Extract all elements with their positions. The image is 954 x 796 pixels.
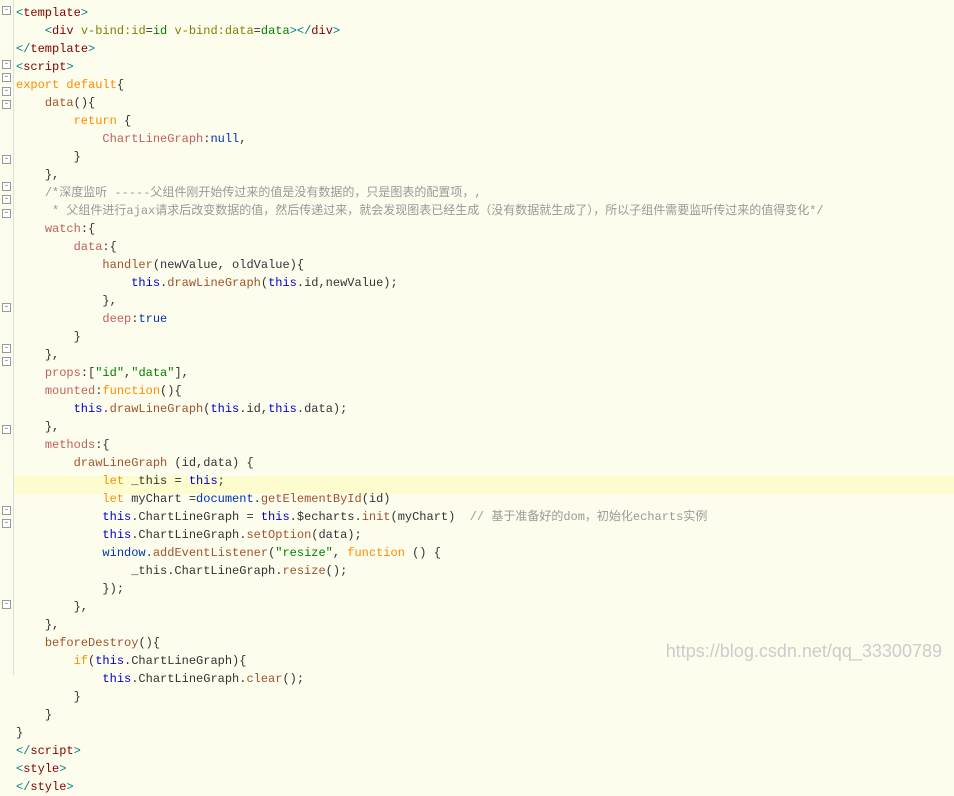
code-line[interactable]: deep:true <box>16 310 824 328</box>
watermark: https://blog.csdn.net/qq_33300789 <box>666 638 942 665</box>
code-line[interactable]: ChartLineGraph:null, <box>16 130 824 148</box>
code-line[interactable]: let myChart =document.getElementById(id) <box>16 490 824 508</box>
code-line[interactable]: this.ChartLineGraph.clear(); <box>16 670 824 688</box>
code-line[interactable]: }, <box>16 346 824 364</box>
fold-toggle-icon[interactable]: - <box>2 303 11 312</box>
fold-toggle-icon[interactable]: - <box>2 155 11 164</box>
code-line[interactable]: window.addEventListener("resize", functi… <box>16 544 824 562</box>
code-line[interactable]: props:["id","data"], <box>16 364 824 382</box>
fold-toggle-icon[interactable]: - <box>2 600 11 609</box>
fold-toggle-icon[interactable]: - <box>2 425 11 434</box>
code-line[interactable]: </style> <box>16 778 824 796</box>
code-line[interactable]: }, <box>16 598 824 616</box>
code-line[interactable]: data:{ <box>16 238 824 256</box>
code-line[interactable]: } <box>16 688 824 706</box>
code-line[interactable]: } <box>16 706 824 724</box>
code-line[interactable]: watch:{ <box>16 220 824 238</box>
code-line[interactable]: data(){ <box>16 94 824 112</box>
code-line[interactable]: this.ChartLineGraph = this.$echarts.init… <box>16 508 824 526</box>
code-line[interactable]: <script> <box>16 58 824 76</box>
code-line[interactable]: } <box>16 724 824 742</box>
code-line[interactable]: this.drawLineGraph(this.id,newValue); <box>16 274 824 292</box>
code-line[interactable]: </template> <box>16 40 824 58</box>
fold-toggle-icon[interactable]: - <box>2 195 11 204</box>
fold-toggle-icon[interactable]: - <box>2 87 11 96</box>
code-line[interactable]: let _this = this; <box>16 472 824 490</box>
code-gutter: - - - - - - - - - - - - - - - - <box>0 0 14 675</box>
code-line[interactable]: /*深度监听 -----父组件刚开始传过来的值是没有数据的，只是图表的配置项，, <box>16 184 824 202</box>
fold-toggle-icon[interactable]: - <box>2 357 11 366</box>
code-line[interactable]: drawLineGraph (id,data) { <box>16 454 824 472</box>
code-line[interactable]: }, <box>16 292 824 310</box>
code-line[interactable]: mounted:function(){ <box>16 382 824 400</box>
code-line[interactable]: }, <box>16 418 824 436</box>
code-line[interactable]: }, <box>16 166 824 184</box>
fold-toggle-icon[interactable]: - <box>2 100 11 109</box>
fold-toggle-icon[interactable]: - <box>2 73 11 82</box>
fold-toggle-icon[interactable]: - <box>2 182 11 191</box>
code-line[interactable]: return { <box>16 112 824 130</box>
code-line[interactable]: methods:{ <box>16 436 824 454</box>
code-line[interactable]: <template> <box>16 4 824 22</box>
code-line[interactable]: }, <box>16 616 824 634</box>
code-line[interactable]: } <box>16 328 824 346</box>
fold-toggle-icon[interactable]: - <box>2 209 11 218</box>
code-line[interactable]: _this.ChartLineGraph.resize(); <box>16 562 824 580</box>
code-line[interactable]: }); <box>16 580 824 598</box>
code-line[interactable]: <div v-bind:id=id v-bind:data=data></div… <box>16 22 824 40</box>
fold-toggle-icon[interactable]: - <box>2 60 11 69</box>
fold-toggle-icon[interactable]: - <box>2 6 11 15</box>
fold-toggle-icon[interactable]: - <box>2 519 11 528</box>
fold-toggle-icon[interactable]: - <box>2 506 11 515</box>
code-line[interactable]: this.ChartLineGraph.setOption(data); <box>16 526 824 544</box>
code-line[interactable]: } <box>16 148 824 166</box>
code-line[interactable]: export default{ <box>16 76 824 94</box>
fold-toggle-icon[interactable]: - <box>2 344 11 353</box>
code-line[interactable]: </script> <box>16 742 824 760</box>
code-line[interactable]: * 父组件进行ajax请求后改变数据的值，然后传递过来，就会发现图表已经生成（没… <box>16 202 824 220</box>
code-line[interactable]: this.drawLineGraph(this.id,this.data); <box>16 400 824 418</box>
code-line[interactable]: handler(newValue, oldValue){ <box>16 256 824 274</box>
code-line[interactable]: <style> <box>16 760 824 778</box>
code-editor[interactable]: <template> <div v-bind:id=id v-bind:data… <box>16 4 824 796</box>
